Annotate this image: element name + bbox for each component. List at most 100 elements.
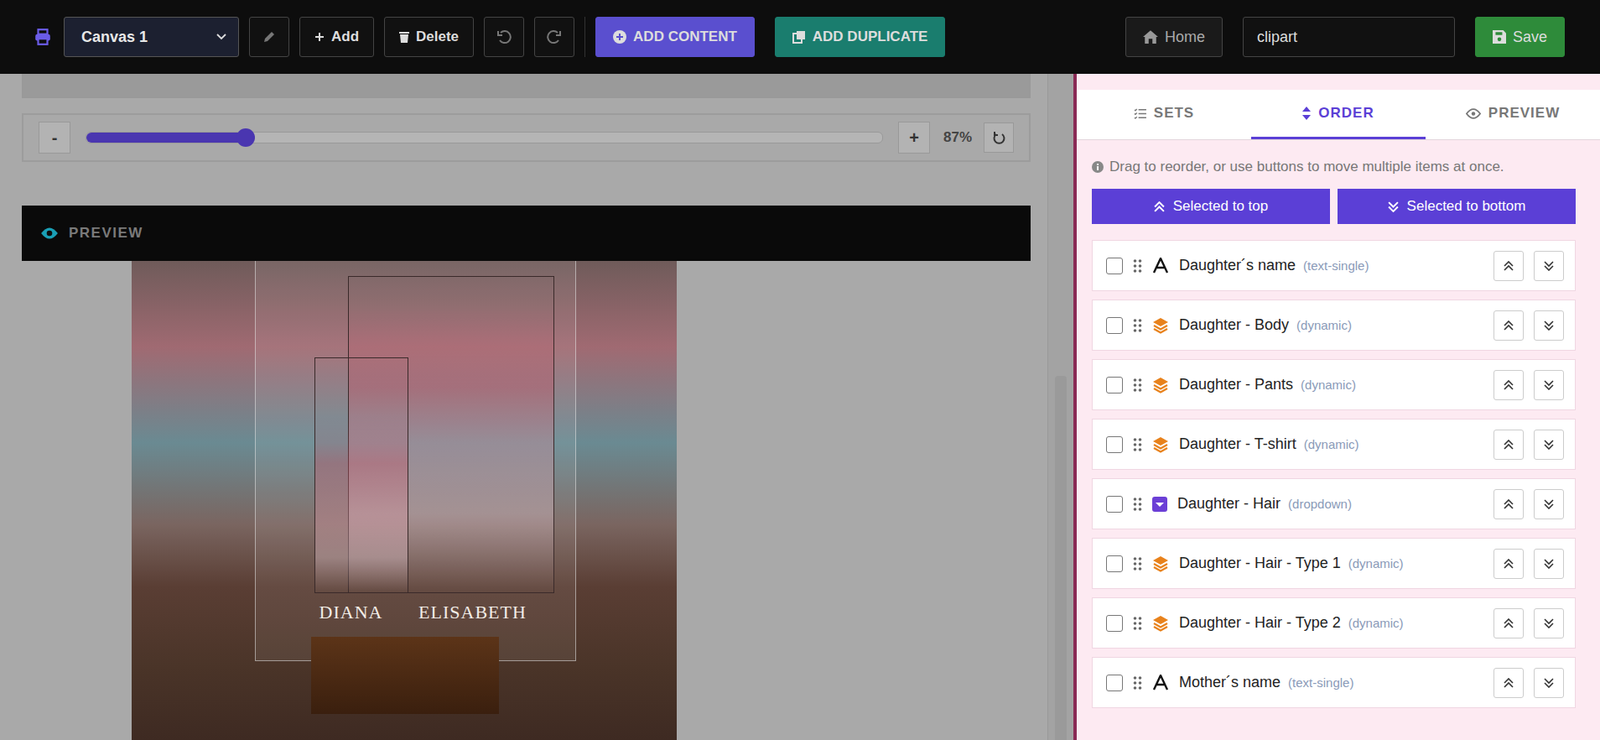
row-checkbox[interactable] bbox=[1106, 614, 1123, 632]
zoom-out-button[interactable]: - bbox=[38, 121, 71, 154]
double-chevron-down-icon bbox=[1543, 379, 1554, 390]
move-to-bottom-button[interactable] bbox=[1533, 548, 1564, 579]
layer-type: (dynamic) bbox=[1296, 317, 1484, 333]
move-to-bottom-button[interactable] bbox=[1533, 310, 1564, 341]
move-to-bottom-button[interactable] bbox=[1533, 369, 1564, 400]
list-check-icon bbox=[1133, 108, 1147, 120]
row-checkbox[interactable] bbox=[1106, 495, 1123, 513]
add-button[interactable]: Add bbox=[299, 16, 375, 58]
move-to-bottom-button[interactable] bbox=[1533, 488, 1564, 520]
layer-row[interactable]: Daughter - Hair - Type 2(dynamic) bbox=[1091, 597, 1576, 649]
eye-icon bbox=[1465, 108, 1481, 120]
scrollbar[interactable] bbox=[1047, 73, 1074, 740]
redo-button[interactable] bbox=[534, 16, 575, 58]
zoom-slider[interactable] bbox=[85, 131, 884, 144]
move-to-bottom-button[interactable] bbox=[1533, 667, 1564, 698]
drag-handle-icon[interactable] bbox=[1132, 318, 1143, 333]
preview-image: DIANA ELISABETH bbox=[131, 260, 677, 740]
zoom-thumb[interactable] bbox=[236, 128, 255, 147]
tab[interactable]: SETS bbox=[1076, 89, 1252, 140]
move-to-top-button[interactable] bbox=[1493, 607, 1524, 639]
search-field[interactable]: clipart bbox=[1242, 16, 1455, 58]
layer-name: Daughter - Body bbox=[1179, 316, 1289, 334]
layer-row[interactable]: Daughter - Pants(dynamic) bbox=[1091, 358, 1576, 411]
layer-row[interactable]: Mother´s name(text-single) bbox=[1091, 656, 1576, 708]
double-chevron-up-icon bbox=[1503, 379, 1514, 390]
sort-icon bbox=[1302, 106, 1311, 120]
pencil-icon bbox=[262, 30, 276, 44]
selected-to-top-button[interactable]: Selected to top bbox=[1091, 188, 1330, 224]
zoom-in-button[interactable]: + bbox=[898, 121, 930, 154]
drag-handle-icon[interactable] bbox=[1132, 259, 1143, 273]
toolbar: Canvas 1 AddDelete ADD CONTENT ADD DUPLICAT… bbox=[0, 0, 1600, 74]
double-chevron-up-icon bbox=[1503, 260, 1514, 271]
name-text[interactable]: ELISABETH bbox=[418, 601, 527, 624]
layer-type: (dropdown) bbox=[1288, 496, 1484, 511]
tab[interactable]: ORDER bbox=[1251, 89, 1426, 140]
layer-list: Daughter´s name(text-single) Daughter - B… bbox=[1076, 223, 1600, 708]
move-to-bottom-button[interactable] bbox=[1533, 607, 1564, 639]
layer-name: Mother´s name bbox=[1179, 673, 1281, 691]
save-button[interactable]: Save bbox=[1475, 16, 1565, 58]
move-to-top-button[interactable] bbox=[1493, 667, 1524, 698]
hint: Drag to reorder, or use buttons to move … bbox=[1076, 140, 1600, 176]
preview-header: PREVIEW bbox=[21, 205, 1031, 261]
home-button[interactable]: Home bbox=[1125, 16, 1223, 58]
row-checkbox[interactable] bbox=[1106, 436, 1123, 453]
toolbar-divider bbox=[584, 16, 586, 58]
tabs: SETSORDERPREVIEW bbox=[1076, 89, 1600, 141]
tab[interactable]: PREVIEW bbox=[1425, 89, 1600, 140]
zoom-fill bbox=[86, 132, 246, 143]
layer-row[interactable]: Daughter - Hair(dropdown) bbox=[1091, 477, 1576, 530]
layer-type: (dynamic) bbox=[1303, 436, 1484, 452]
double-chevron-down-icon bbox=[1543, 558, 1554, 569]
layer-outline[interactable] bbox=[314, 357, 409, 593]
move-to-top-button[interactable] bbox=[1493, 548, 1524, 579]
layer-row[interactable]: Daughter´s name(text-single) bbox=[1091, 239, 1576, 291]
printer-icon[interactable] bbox=[33, 27, 52, 47]
plus-circle-icon bbox=[612, 30, 627, 44]
delete-button[interactable]: Delete bbox=[384, 16, 474, 58]
layer-row[interactable]: Daughter - Hair - Type 1(dynamic) bbox=[1091, 537, 1576, 589]
move-to-bottom-button[interactable] bbox=[1533, 429, 1564, 460]
move-to-top-button[interactable] bbox=[1493, 250, 1524, 281]
layer-type: (text-single) bbox=[1303, 258, 1484, 273]
zoom-reading: 87% bbox=[941, 129, 972, 146]
layer-row[interactable]: Daughter - Body (dynamic) bbox=[1091, 299, 1576, 351]
drag-handle-icon[interactable] bbox=[1132, 437, 1143, 452]
selected-to-bottom-button[interactable]: Selected to bottom bbox=[1337, 188, 1576, 224]
layers-icon bbox=[1152, 436, 1169, 453]
drag-handle-icon[interactable] bbox=[1132, 556, 1143, 571]
row-checkbox[interactable] bbox=[1106, 555, 1123, 572]
add-content-button[interactable]: ADD CONTENT bbox=[595, 16, 755, 58]
drag-handle-icon[interactable] bbox=[1132, 378, 1143, 392]
floppy-icon bbox=[1492, 30, 1507, 44]
layers-icon bbox=[1152, 316, 1169, 334]
canvas-select[interactable]: Canvas 1 bbox=[63, 16, 239, 58]
row-checkbox[interactable] bbox=[1106, 376, 1123, 394]
drag-handle-icon[interactable] bbox=[1132, 616, 1143, 630]
drag-handle-icon[interactable] bbox=[1132, 675, 1143, 690]
move-to-top-button[interactable] bbox=[1493, 429, 1524, 460]
layer-name: Daughter - Hair - Type 2 bbox=[1179, 613, 1341, 632]
zoom-reset-button[interactable] bbox=[983, 122, 1014, 153]
layer-row[interactable]: Daughter - T-shirt (dynamic) bbox=[1091, 418, 1576, 470]
move-to-bottom-button[interactable] bbox=[1533, 250, 1564, 281]
double-chevron-down-icon bbox=[1543, 439, 1554, 450]
layer-name: Daughter - T-shirt bbox=[1179, 435, 1297, 453]
row-checkbox[interactable] bbox=[1106, 674, 1123, 691]
move-to-top-button[interactable] bbox=[1493, 310, 1524, 341]
add-duplicate-button[interactable]: ADD DUPLICATE bbox=[774, 16, 946, 58]
row-checkbox[interactable] bbox=[1106, 257, 1123, 275]
double-chevron-down-icon bbox=[1543, 320, 1554, 331]
undo-icon bbox=[496, 29, 512, 45]
move-to-top-button[interactable] bbox=[1493, 488, 1524, 520]
move-to-top-button[interactable] bbox=[1493, 369, 1524, 400]
dropdown-icon bbox=[1152, 496, 1168, 512]
double-chevron-up-icon bbox=[1503, 618, 1514, 629]
undo-button[interactable] bbox=[483, 16, 525, 58]
drag-handle-icon[interactable] bbox=[1132, 497, 1143, 511]
row-checkbox[interactable] bbox=[1106, 316, 1123, 334]
name-text[interactable]: DIANA bbox=[319, 601, 384, 624]
edit-button[interactable] bbox=[249, 16, 290, 58]
